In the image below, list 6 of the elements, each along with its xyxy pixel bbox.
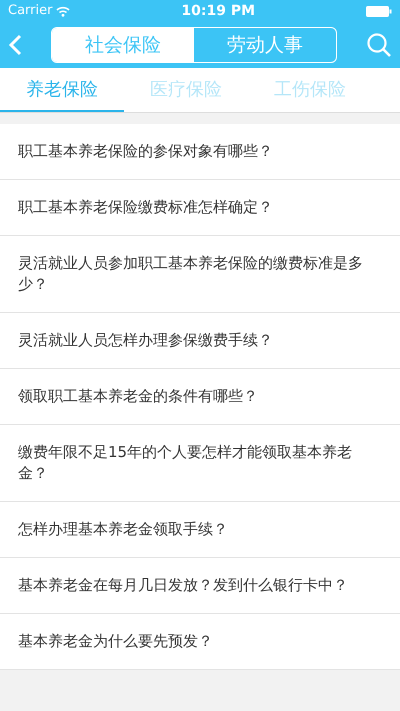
carrier-label: Carrier [8, 2, 52, 20]
clock-time: 10:19 PM [181, 2, 256, 20]
back-icon[interactable] [8, 34, 22, 56]
battery-icon [366, 6, 392, 16]
search-icon[interactable] [366, 32, 392, 58]
wifi-icon [56, 6, 70, 16]
